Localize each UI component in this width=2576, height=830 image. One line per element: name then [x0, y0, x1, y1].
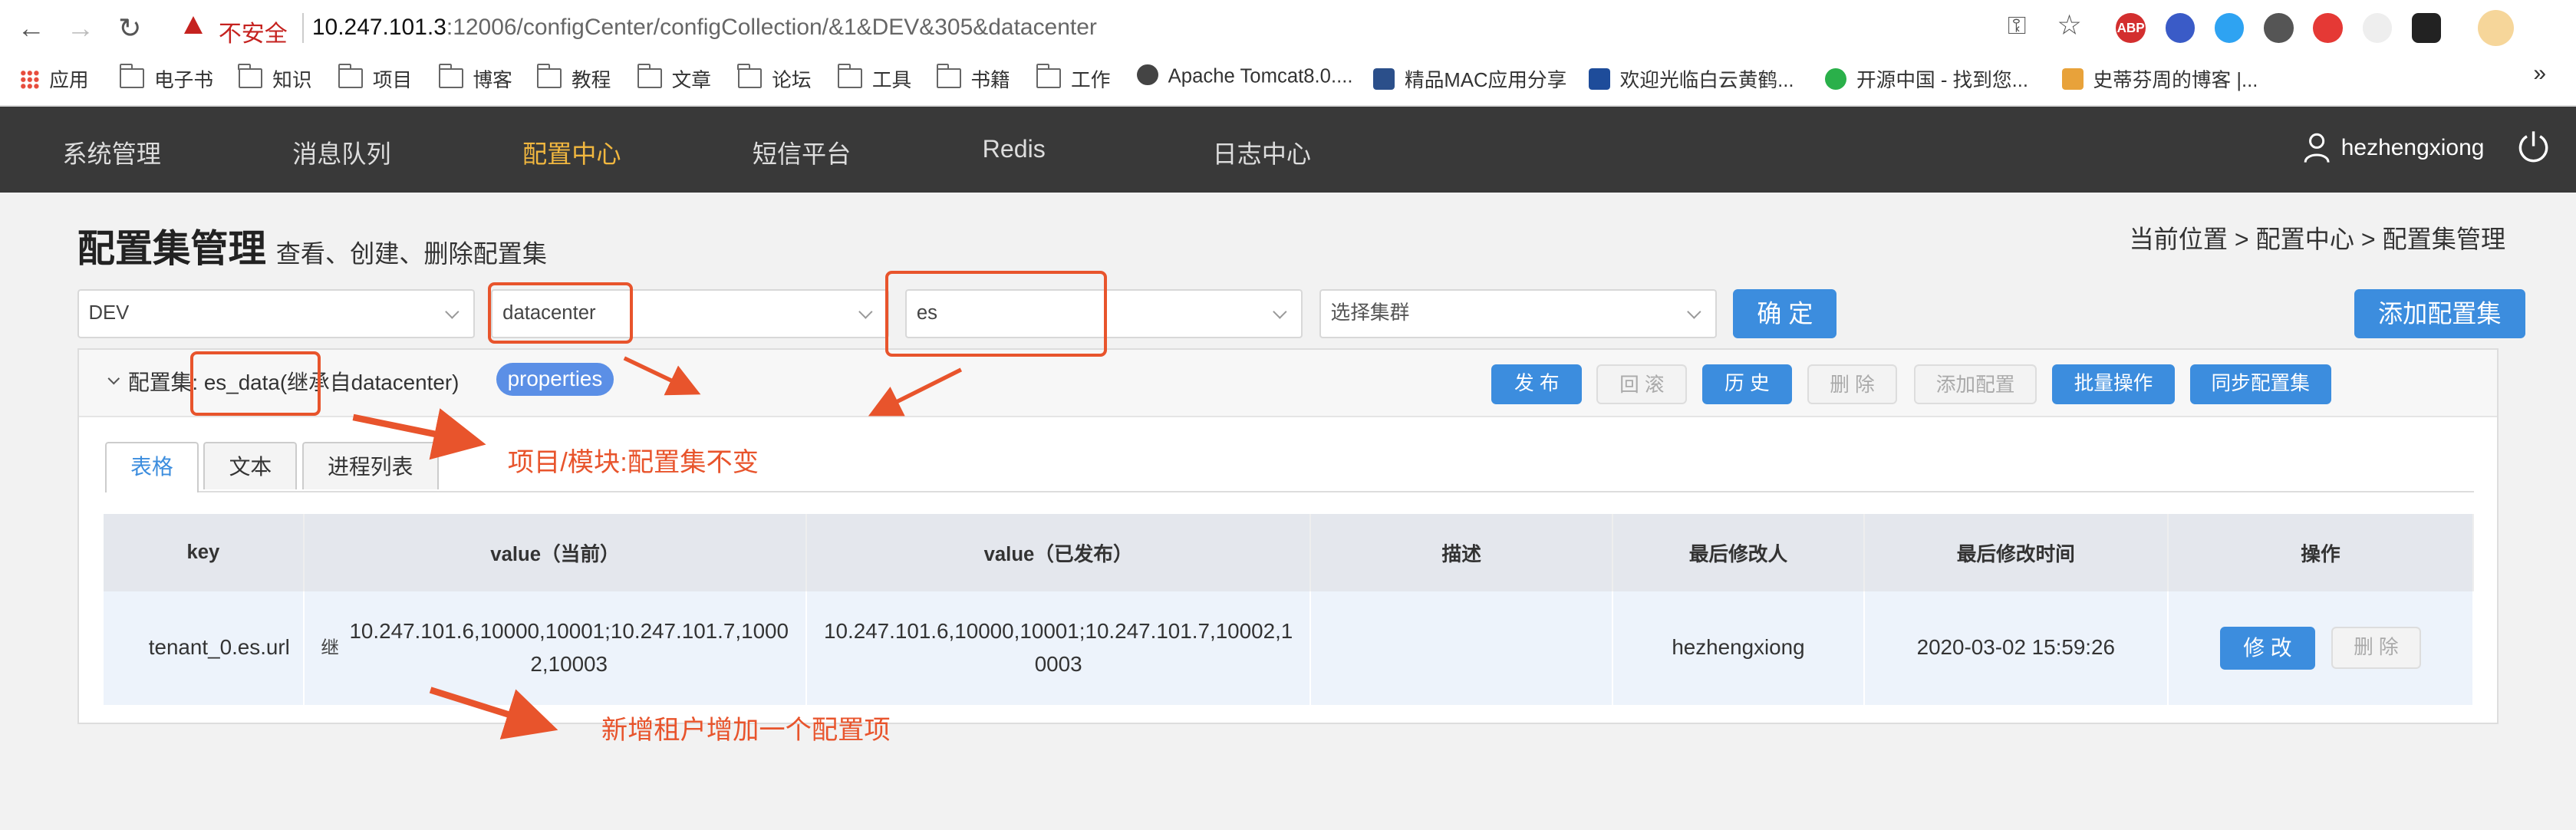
- arrow: [868, 367, 963, 417]
- arrow: [623, 356, 701, 396]
- arrow: [352, 408, 486, 460]
- annotation-arrows: [352, 356, 963, 739]
- annotation-note-2: 新增租户增加一个配置项: [601, 716, 891, 746]
- annotation-note-1: 项目/模块:配置集不变: [507, 447, 759, 477]
- arrow: [429, 687, 558, 739]
